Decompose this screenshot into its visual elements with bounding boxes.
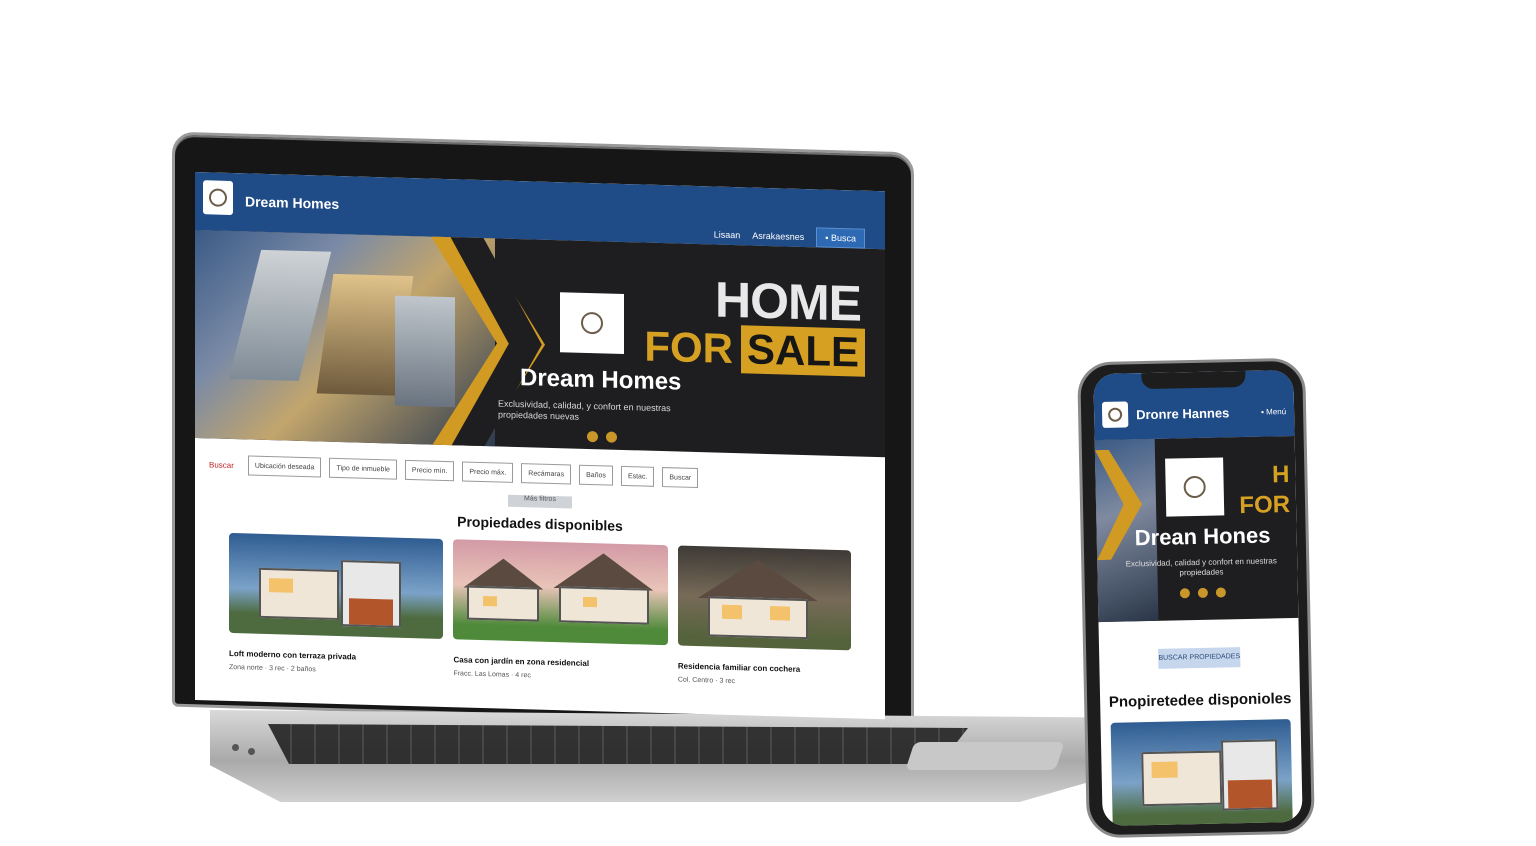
filter-select[interactable]: Estac. bbox=[620, 465, 655, 487]
laptop-screen: Dream Homes Lisaan Asrakaesnes ▪ Busca H… bbox=[195, 172, 885, 720]
property-title[interactable]: Loft moderno con terraza privada bbox=[229, 649, 443, 664]
filter-select[interactable]: Recámaras bbox=[521, 463, 572, 485]
hero-headline-line2: FOR bbox=[1239, 491, 1291, 520]
nav-cta-button[interactable]: ▪ Busca bbox=[816, 227, 865, 249]
property-card[interactable]: Residencia familiar con cochera Col. Cen… bbox=[677, 545, 851, 688]
filter-select[interactable]: Ubicación deseada bbox=[247, 455, 322, 478]
filter-select[interactable]: Precio máx. bbox=[462, 461, 514, 483]
filters-label: Buscar bbox=[209, 459, 234, 470]
filter-select[interactable]: Baños bbox=[579, 464, 613, 486]
hero-brand: Dream Homes bbox=[520, 364, 682, 396]
nav-cta-label: Busca bbox=[830, 232, 856, 244]
phone-notch bbox=[1141, 370, 1246, 390]
device-mockup: Dream Homes Lisaan Asrakaesnes ▪ Busca H… bbox=[0, 0, 1536, 846]
menu-label: Menú bbox=[1266, 406, 1287, 417]
property-subtitle: Zona norte · 3 rec · 2 baños bbox=[229, 663, 316, 674]
hero-logo bbox=[1165, 457, 1225, 517]
logo[interactable] bbox=[1101, 401, 1129, 428]
laptop-port bbox=[232, 744, 239, 751]
filter-select[interactable]: Tipo de inmueble bbox=[329, 457, 397, 480]
logo-icon bbox=[209, 188, 227, 207]
hero-social-icons bbox=[1179, 587, 1226, 599]
property-image[interactable] bbox=[453, 539, 668, 646]
hero-headline: H FOR bbox=[1238, 460, 1290, 521]
property-card-image[interactable] bbox=[1110, 719, 1293, 827]
property-card[interactable]: Loft moderno con terraza privada Zona no… bbox=[229, 532, 444, 677]
logo[interactable] bbox=[203, 180, 233, 216]
hero-social-icons bbox=[587, 430, 617, 443]
nav-link-1[interactable]: Lisaan bbox=[714, 229, 741, 240]
social-icon[interactable] bbox=[1197, 587, 1208, 598]
social-icon[interactable] bbox=[587, 430, 598, 443]
property-image[interactable] bbox=[677, 545, 851, 651]
social-icon[interactable] bbox=[1179, 588, 1191, 599]
laptop-port bbox=[248, 748, 255, 755]
logo-icon bbox=[1183, 475, 1206, 499]
laptop-trackpad bbox=[905, 742, 1065, 770]
hero-headline-line1: H bbox=[1271, 461, 1290, 489]
hero-headline-home: HOME bbox=[715, 271, 861, 332]
phone-hero: H FOR Drean Hones Exclusividad, calidad … bbox=[1094, 435, 1299, 623]
nav-link-2[interactable]: Asrakaesnes bbox=[752, 231, 804, 242]
hero-headline-sale: SALE bbox=[740, 325, 865, 377]
search-properties-button[interactable]: BUSCAR PROPIEDADES bbox=[1158, 647, 1241, 669]
property-image[interactable] bbox=[229, 532, 444, 639]
hero-tagline: Exclusividad, calidad y confort en nuest… bbox=[1125, 556, 1277, 578]
logo-icon bbox=[581, 311, 603, 335]
phone-screen: Dronre Hannes ▪ Menú H FOR Drean Hones E… bbox=[1093, 369, 1303, 827]
hero-brand: Drean Hones bbox=[1134, 522, 1271, 551]
hero-banner: HOME FOR SALE Dream Homes Exclusividad, … bbox=[195, 230, 885, 458]
social-icon[interactable] bbox=[606, 431, 617, 443]
social-icon[interactable] bbox=[1215, 587, 1226, 598]
property-subtitle: Col. Centro · 3 rec bbox=[677, 676, 736, 686]
laptop-keyboard bbox=[268, 724, 968, 764]
menu-button[interactable]: ▪ Menú bbox=[1261, 407, 1286, 417]
logo-icon bbox=[1107, 407, 1123, 422]
site-brand[interactable]: Dream Homes bbox=[245, 193, 339, 212]
filter-submit-button[interactable]: Buscar bbox=[662, 467, 699, 489]
property-card[interactable]: Casa con jardín en zona residencial Frac… bbox=[453, 539, 668, 683]
filter-select[interactable]: Precio mín. bbox=[404, 459, 455, 482]
hero-headline-for: FOR bbox=[644, 322, 733, 373]
section-title: Pnopiretedee disponioles bbox=[1108, 690, 1292, 711]
hero-tagline: Exclusividad, calidad, y confort en nues… bbox=[498, 398, 671, 422]
site-brand[interactable]: Dronre Hannes bbox=[1136, 405, 1229, 422]
property-title[interactable]: Residencia familiar con cochera bbox=[678, 661, 851, 675]
property-subtitle: Fracc. Las Lomas · 4 rec bbox=[453, 670, 531, 680]
property-cards: Loft moderno con terraza privada Zona no… bbox=[195, 522, 885, 689]
more-filters-button[interactable]: Más filtros bbox=[508, 494, 572, 509]
hero-logo bbox=[560, 292, 624, 354]
property-title[interactable]: Casa con jardín en zona residencial bbox=[453, 655, 667, 670]
